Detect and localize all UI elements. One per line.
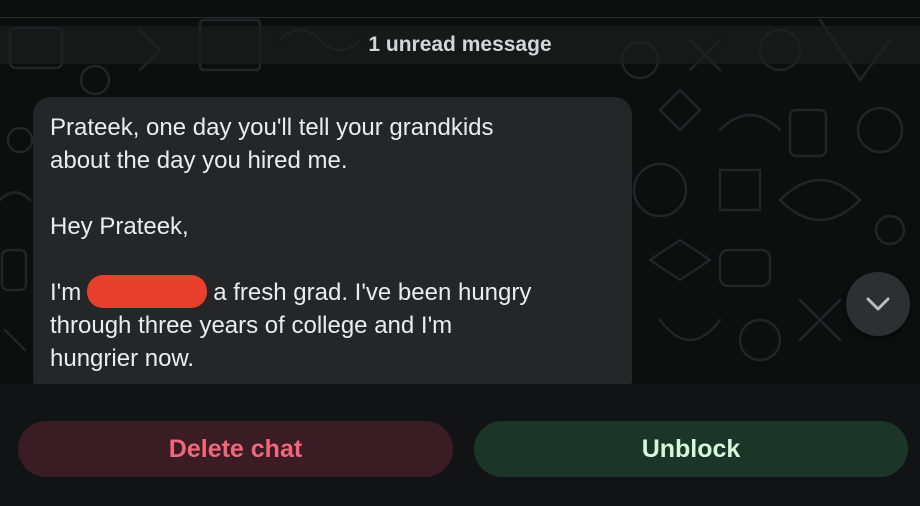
chevron-down-icon bbox=[866, 297, 890, 311]
message-line: hungrier now. bbox=[50, 345, 195, 372]
unblock-button[interactable]: Unblock bbox=[474, 421, 908, 477]
top-divider bbox=[0, 17, 920, 18]
message-line: through three years of college and I'm bbox=[50, 312, 453, 339]
redacted-name bbox=[87, 275, 208, 309]
message-line: Hey Prateek, bbox=[50, 213, 189, 240]
delete-chat-button[interactable]: Delete chat bbox=[18, 421, 453, 477]
message-line: about the day you hired me. bbox=[50, 147, 348, 174]
message-line: I'm a fresh grad. I've been hungry bbox=[50, 275, 612, 309]
unread-banner-text: 1 unread message bbox=[368, 33, 552, 56]
scroll-to-bottom-button[interactable] bbox=[846, 272, 910, 336]
message-text: I'm bbox=[50, 279, 82, 306]
message-line: Prateek, one day you'll tell your grandk… bbox=[50, 114, 494, 141]
blocked-contact-actions: Delete chat Unblock bbox=[0, 384, 920, 506]
unread-banner: 1 unread message bbox=[0, 26, 920, 64]
message-text: a fresh grad. I've been hungry bbox=[213, 279, 532, 306]
message-bubble[interactable]: Prateek, one day you'll tell your grandk… bbox=[33, 97, 632, 384]
chat-area[interactable]: 1 unread message Prateek, one day you'll… bbox=[0, 0, 920, 384]
